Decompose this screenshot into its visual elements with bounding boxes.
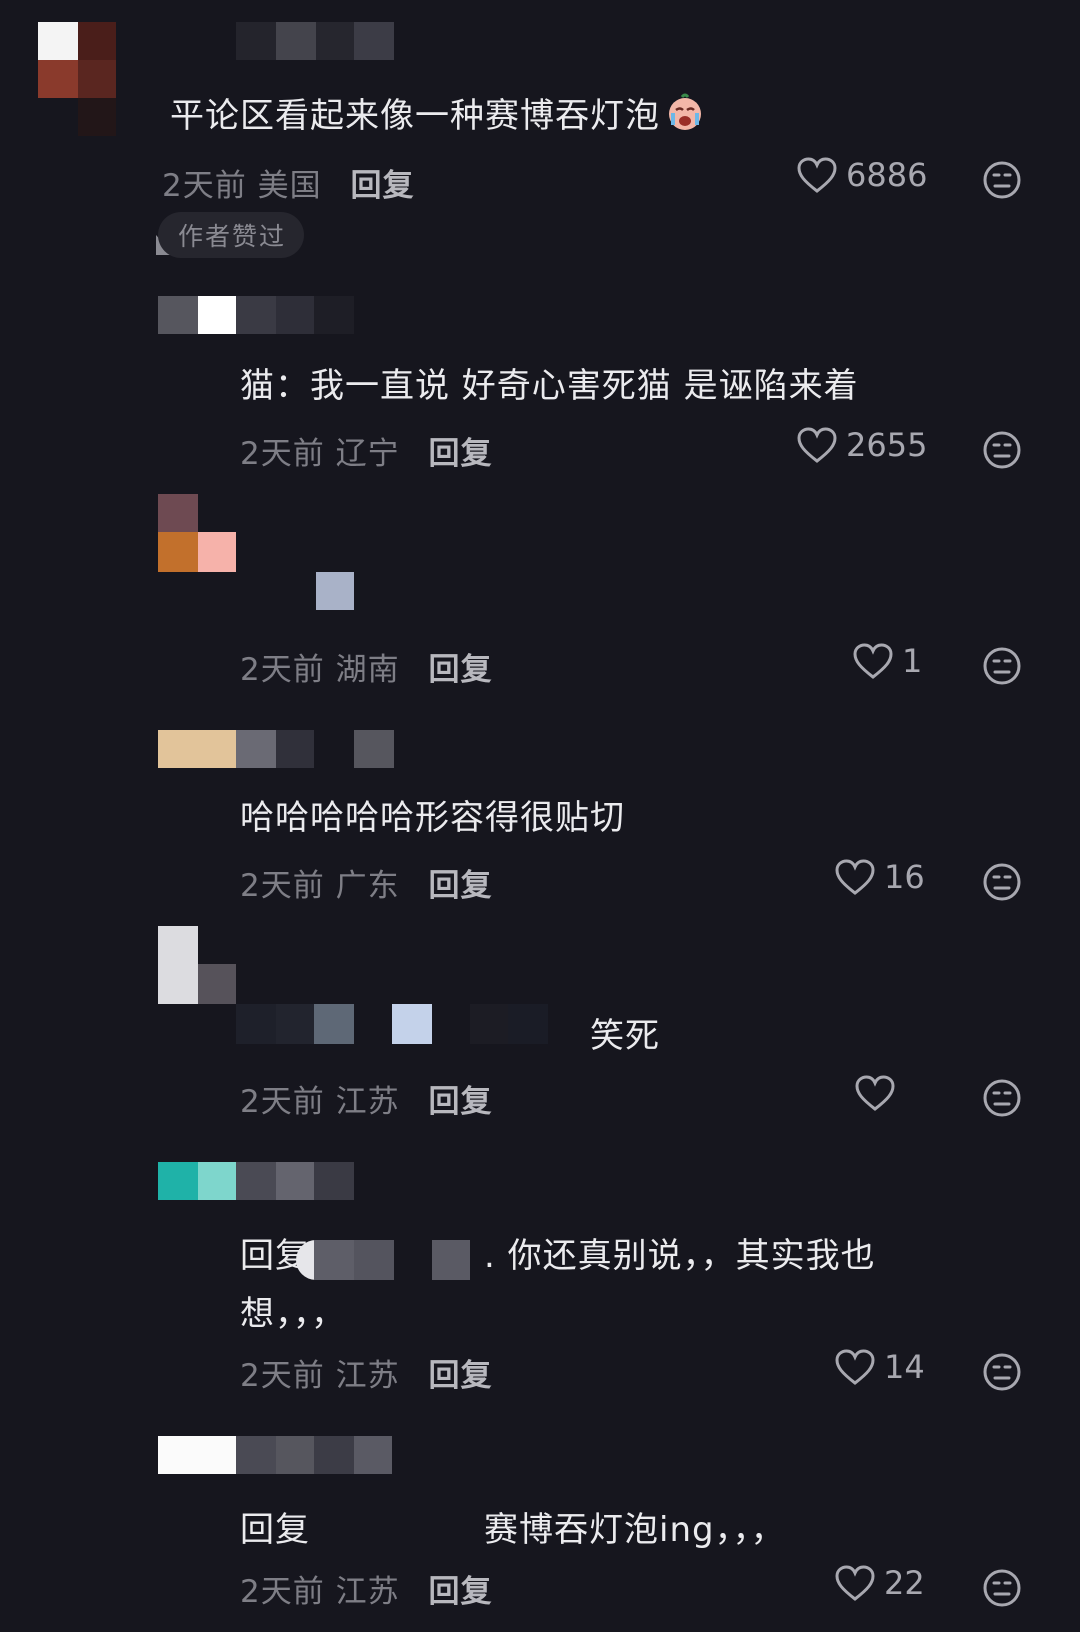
heart-outline-icon: [835, 1349, 875, 1385]
heart-outline-icon: [835, 1565, 875, 1601]
comment-text: 赛博吞灯泡ing，，，: [484, 1510, 786, 1550]
like-button[interactable]: 2655: [796, 426, 927, 464]
comment-meta: 2天前 江苏 回复: [240, 1566, 492, 1611]
username[interactable]: [158, 1162, 358, 1200]
username[interactable]: [158, 296, 398, 334]
comment-text: . 你还真别说，，其实我也: [484, 1236, 876, 1276]
timestamp: 2天前: [240, 1084, 325, 1120]
expressionless-face-icon[interactable]: [982, 1352, 1022, 1392]
mention-blur: [296, 1240, 476, 1280]
like-count: 22: [884, 1564, 925, 1602]
avatar[interactable]: [38, 22, 118, 140]
username[interactable]: [158, 1436, 398, 1474]
location: 辽宁: [335, 436, 400, 472]
like-button[interactable]: 14: [834, 1348, 925, 1386]
reply-button[interactable]: 回复: [350, 168, 414, 204]
author-liked-badge: 作者赞过: [158, 212, 305, 258]
timestamp: 2天前: [240, 1574, 325, 1610]
like-button[interactable]: 6886: [796, 156, 927, 194]
reply-prefix: 回复: [240, 1510, 310, 1550]
heart-outline-icon: [797, 157, 837, 193]
timestamp: 2天前: [240, 652, 325, 688]
timestamp: 2天前: [240, 436, 325, 472]
location: 江苏: [335, 1084, 400, 1120]
comment-meta: 2天前 江苏 回复: [240, 1076, 492, 1121]
mention-blur: [236, 1004, 556, 1044]
comment-text: 平论区看起来像一种赛博吞灯泡: [170, 88, 706, 137]
reply-button[interactable]: 回复: [428, 436, 492, 472]
expressionless-face-icon[interactable]: [982, 160, 1022, 200]
timestamp: 2天前: [240, 868, 325, 904]
location: 美国: [257, 168, 322, 204]
timestamp: 2天前: [162, 168, 247, 204]
expressionless-face-icon[interactable]: [982, 1568, 1022, 1608]
like-count: 6886: [846, 156, 928, 194]
heart-outline-icon: [855, 1075, 895, 1111]
expressionless-face-icon[interactable]: [982, 430, 1022, 470]
comment-meta: 2天前 美国 回复: [162, 160, 414, 205]
crying-face-emoji: [664, 91, 706, 131]
expressionless-face-icon[interactable]: [982, 646, 1022, 686]
comment-text-line2: 想，，，: [240, 1294, 346, 1334]
location: 江苏: [335, 1574, 400, 1610]
location: 江苏: [335, 1358, 400, 1394]
reply-button[interactable]: 回复: [428, 1084, 492, 1120]
comment-text: 笑死: [590, 1016, 660, 1056]
reply-button[interactable]: 回复: [428, 1358, 492, 1394]
comment-meta: 2天前 广东 回复: [240, 860, 492, 905]
username[interactable]: [158, 926, 238, 1004]
timestamp: 2天前: [240, 1358, 325, 1394]
location: 广东: [335, 868, 400, 904]
heart-outline-icon: [853, 643, 893, 679]
username[interactable]: [158, 730, 398, 768]
reply-button[interactable]: 回复: [428, 868, 492, 904]
comment-meta: 2天前 江苏 回复: [240, 1350, 492, 1395]
like-count: 2655: [846, 426, 928, 464]
like-count: 1: [902, 642, 923, 680]
reply-button[interactable]: 回复: [428, 652, 492, 688]
comment-meta: 2天前 辽宁 回复: [240, 428, 492, 473]
expressionless-face-icon[interactable]: [982, 1078, 1022, 1118]
location: 湖南: [335, 652, 400, 688]
like-count: 16: [884, 858, 925, 896]
comment-meta: 2天前 湖南 回复: [240, 644, 492, 689]
like-button[interactable]: [854, 1074, 904, 1112]
heart-outline-icon: [835, 859, 875, 895]
comment-text: 猫：我一直说 好奇心害死猫 是诬陷来着: [240, 366, 859, 406]
username[interactable]: [236, 22, 396, 60]
like-button[interactable]: 1: [852, 642, 922, 680]
like-button[interactable]: 22: [834, 1564, 925, 1602]
comment-content-image: [316, 572, 354, 610]
like-count: 14: [884, 1348, 925, 1386]
like-button[interactable]: 16: [834, 858, 925, 896]
expressionless-face-icon[interactable]: [982, 862, 1022, 902]
username[interactable]: [158, 494, 238, 572]
reply-button[interactable]: 回复: [428, 1574, 492, 1610]
comment-text: 哈哈哈哈哈形容得很贴切: [240, 798, 625, 838]
heart-outline-icon: [797, 427, 837, 463]
